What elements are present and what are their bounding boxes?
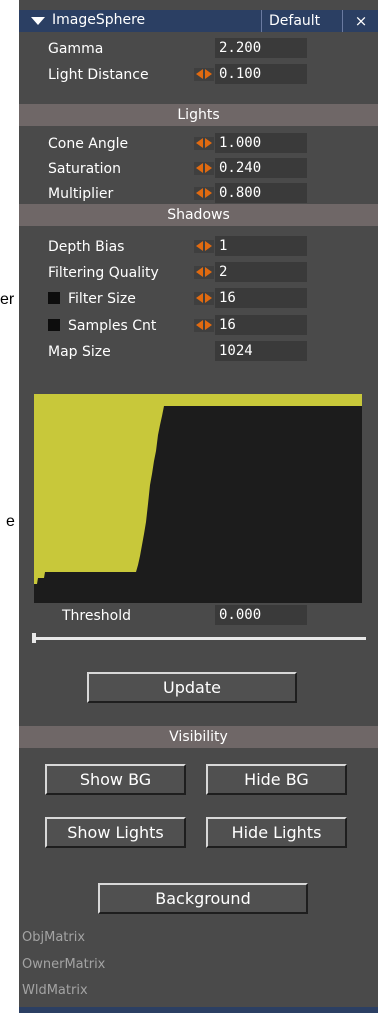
update-button[interactable]: Update: [87, 672, 297, 703]
visibility-section-header: Visibility: [19, 726, 378, 748]
cone-angle-row: Cone Angle 1.000: [19, 133, 378, 155]
panel-title-bar[interactable]: ImageSphere Default ×: [19, 10, 378, 32]
show-lights-button[interactable]: Show Lights: [45, 817, 186, 848]
filtering-quality-field[interactable]: 2: [215, 262, 307, 282]
hide-lights-button[interactable]: Hide Lights: [206, 817, 347, 848]
panel-title: ImageSphere: [52, 12, 146, 28]
light-distance-spinner-icon[interactable]: [194, 68, 214, 81]
samples-cnt-field[interactable]: 16: [215, 315, 307, 335]
multiplier-label: Multiplier: [48, 186, 114, 202]
depth-bias-label: Depth Bias: [48, 239, 125, 255]
threshold-slider-handle[interactable]: [32, 633, 36, 643]
multiplier-field[interactable]: 0.800: [215, 183, 307, 203]
samples-cnt-spinner-icon[interactable]: [194, 319, 214, 332]
threshold-curve-fill: [34, 394, 362, 584]
threshold-slider-track[interactable]: [32, 637, 366, 640]
saturation-field[interactable]: 0.240: [215, 158, 307, 178]
wld-matrix-label: WldMatrix: [22, 983, 88, 998]
filter-size-color-swatch[interactable]: [48, 292, 60, 304]
background-edge-text-middle: e: [6, 513, 15, 530]
samples-cnt-row: Samples Cnt 16: [19, 315, 378, 337]
hide-bg-button[interactable]: Hide BG: [206, 764, 347, 795]
cone-angle-label: Cone Angle: [48, 136, 129, 152]
map-size-field[interactable]: 1024: [215, 341, 307, 361]
threshold-field[interactable]: 0.000: [215, 605, 307, 625]
map-size-row: Map Size 1024: [19, 341, 378, 363]
cone-angle-field[interactable]: 1.000: [215, 133, 307, 153]
filter-size-label: Filter Size: [68, 291, 136, 307]
samples-cnt-label: Samples Cnt: [68, 318, 157, 334]
multiplier-row: Multiplier 0.800: [19, 183, 378, 205]
obj-matrix-label: ObjMatrix: [22, 930, 86, 945]
light-distance-field[interactable]: 0.100: [215, 64, 307, 84]
filter-size-spinner-icon[interactable]: [194, 292, 214, 305]
owner-matrix-label: OwnerMatrix: [22, 957, 106, 972]
depth-bias-row: Depth Bias 1: [19, 236, 378, 258]
threshold-row: Threshold 0.000: [19, 605, 378, 627]
samples-cnt-color-swatch[interactable]: [48, 319, 60, 331]
background-button[interactable]: Background: [98, 883, 308, 914]
filter-size-row: Filter Size 16: [19, 288, 378, 310]
light-distance-row: Light Distance 0.100: [19, 64, 378, 86]
saturation-row: Saturation 0.240: [19, 158, 378, 180]
image-sphere-panel: ImageSphere Default × Gamma 2.200 Light …: [19, 0, 378, 1013]
threshold-curve-svg: [34, 394, 362, 584]
map-size-label: Map Size: [48, 344, 111, 360]
collapse-triangle-icon[interactable]: [31, 17, 45, 25]
depth-bias-field[interactable]: 1: [215, 236, 307, 256]
gamma-label: Gamma: [48, 41, 104, 57]
shadows-section-header: Shadows: [19, 204, 378, 226]
multiplier-spinner-icon[interactable]: [194, 187, 214, 200]
filtering-quality-label: Filtering Quality: [48, 265, 159, 281]
depth-bias-spinner-icon[interactable]: [194, 240, 214, 253]
filter-size-field[interactable]: 16: [215, 288, 307, 308]
panel-bottom-strip: [19, 1007, 378, 1013]
gamma-field[interactable]: 2.200: [215, 38, 307, 58]
close-icon[interactable]: ×: [342, 10, 378, 32]
lights-section-header: Lights: [19, 104, 378, 126]
show-bg-button[interactable]: Show BG: [45, 764, 186, 795]
filtering-quality-row: Filtering Quality 2: [19, 262, 378, 284]
background-edge-text-top: er: [0, 291, 15, 308]
preset-selector[interactable]: Default: [261, 10, 331, 32]
saturation-label: Saturation: [48, 161, 121, 177]
light-distance-label: Light Distance: [48, 67, 149, 83]
gamma-row: Gamma 2.200: [19, 38, 378, 60]
threshold-label: Threshold: [62, 608, 131, 624]
cone-angle-spinner-icon[interactable]: [194, 137, 214, 150]
filtering-quality-spinner-icon[interactable]: [194, 266, 214, 279]
threshold-curve-graph[interactable]: [34, 394, 362, 603]
saturation-spinner-icon[interactable]: [194, 162, 214, 175]
